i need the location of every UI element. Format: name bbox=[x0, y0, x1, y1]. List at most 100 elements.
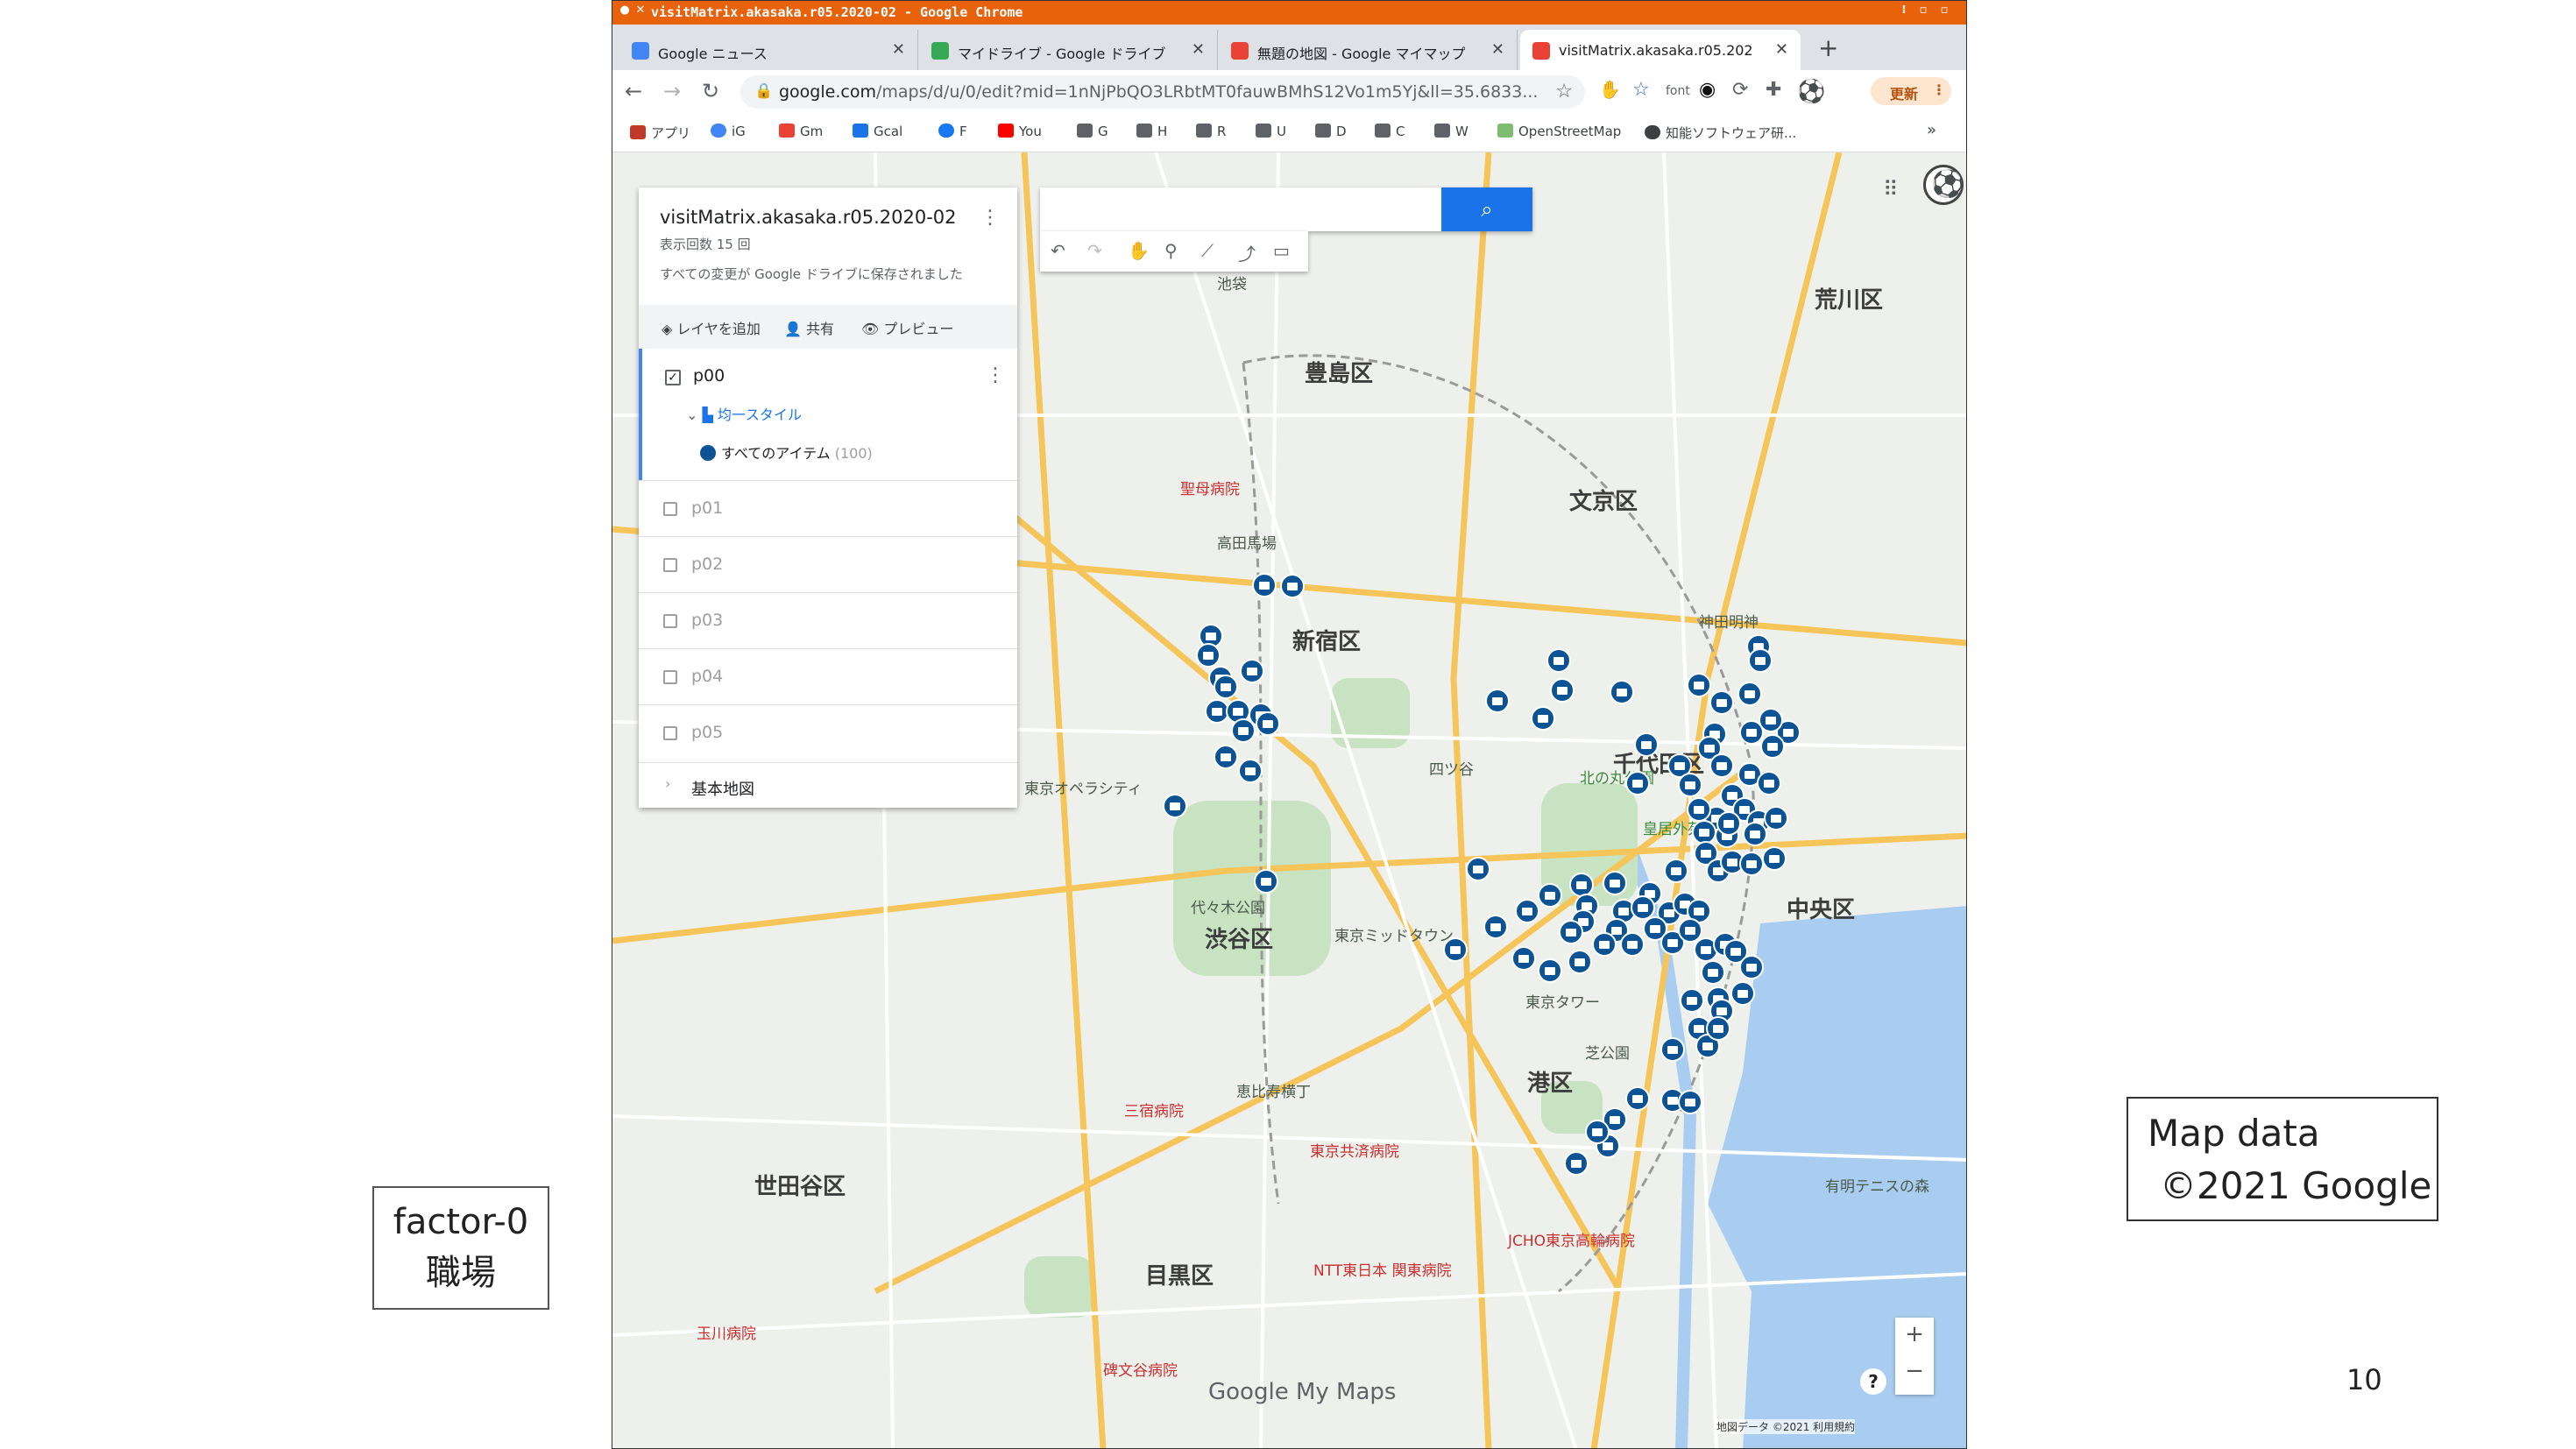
bookmark-folder-g[interactable]: G bbox=[1077, 124, 1108, 139]
map-copyright[interactable]: 地図データ ©2021 利用規約 bbox=[1716, 1419, 1856, 1434]
workplace-marker[interactable] bbox=[1515, 899, 1539, 923]
workplace-marker[interactable] bbox=[1739, 955, 1764, 979]
more-bookmarks-icon[interactable]: » bbox=[1927, 121, 1936, 139]
help-icon[interactable]: ? bbox=[1860, 1368, 1886, 1395]
bookmark-folder-c[interactable]: C bbox=[1375, 124, 1405, 139]
bookmark-folder-h[interactable]: H bbox=[1136, 124, 1167, 139]
profile-ball-icon[interactable]: ⚽ bbox=[1797, 79, 1825, 105]
maximize-icon[interactable]: ▫ bbox=[1937, 4, 1951, 18]
workplace-marker[interactable] bbox=[1231, 718, 1256, 743]
tab-google-news[interactable]: Google ニュース ✕ bbox=[619, 30, 918, 70]
zoom-in-icon[interactable]: + bbox=[1895, 1321, 1934, 1347]
workplace-marker[interactable] bbox=[1559, 920, 1583, 944]
extensions-puzzle-icon[interactable]: ✚ bbox=[1766, 79, 1781, 101]
bookmark-folder-w[interactable]: W bbox=[1434, 124, 1468, 139]
layer-checkbox[interactable] bbox=[663, 502, 677, 516]
layer-checkbox[interactable] bbox=[663, 558, 677, 572]
add-marker-icon[interactable]: ⚲ bbox=[1164, 240, 1178, 261]
redo-icon[interactable]: ↷ bbox=[1087, 240, 1102, 261]
layer-p01[interactable]: p01 bbox=[639, 480, 1017, 537]
workplace-marker[interactable] bbox=[1701, 960, 1725, 985]
zoom-out-icon[interactable]: − bbox=[1895, 1358, 1934, 1384]
workplace-marker[interactable] bbox=[1592, 932, 1617, 957]
workplace-marker[interactable] bbox=[1764, 806, 1788, 831]
workplace-marker[interactable] bbox=[1631, 895, 1655, 920]
workplace-marker[interactable] bbox=[1760, 734, 1785, 759]
workplace-marker[interactable] bbox=[1660, 1037, 1685, 1062]
workplace-marker[interactable] bbox=[1678, 918, 1702, 943]
workplace-marker[interactable] bbox=[1238, 759, 1263, 783]
workplace-marker[interactable] bbox=[1620, 932, 1645, 957]
tab-visitmatrix[interactable]: visitMatrix.akasaka.r05.2020-0 ✕ bbox=[1520, 30, 1801, 70]
workplace-marker[interactable] bbox=[1739, 852, 1764, 876]
extension-hand-icon[interactable]: ✋ bbox=[1599, 79, 1621, 100]
close-window-icon[interactable]: ✕ bbox=[633, 4, 648, 18]
directions-icon[interactable]: ⤴ bbox=[1238, 240, 1256, 265]
forward-icon[interactable]: → bbox=[663, 79, 681, 103]
layer-p05[interactable]: p05 bbox=[639, 704, 1017, 761]
workplace-marker[interactable] bbox=[1546, 648, 1571, 673]
workplace-marker[interactable] bbox=[1163, 794, 1187, 818]
apps-grid-icon[interactable]: ⠿ bbox=[1883, 177, 1899, 201]
bookmark-ig[interactable]: iG bbox=[711, 124, 746, 139]
bookmark-f[interactable]: F bbox=[938, 124, 967, 139]
bookmark-gm[interactable]: Gm bbox=[779, 124, 823, 139]
search-button[interactable]: ⌕ bbox=[1441, 187, 1532, 231]
workplace-marker[interactable] bbox=[1748, 648, 1773, 673]
map-title[interactable]: visitMatrix.akasaka.r05.2020-02 bbox=[660, 207, 957, 228]
workplace-marker[interactable] bbox=[1538, 883, 1562, 908]
extension-font-icon[interactable]: font bbox=[1666, 84, 1690, 98]
workplace-marker[interactable] bbox=[1256, 711, 1280, 736]
workplace-marker[interactable] bbox=[1625, 771, 1650, 795]
workplace-marker[interactable] bbox=[1664, 859, 1688, 883]
workplace-marker[interactable] bbox=[1531, 706, 1555, 731]
reload-icon[interactable]: ↻ bbox=[702, 79, 719, 103]
workplace-marker[interactable] bbox=[1240, 659, 1264, 683]
workplace-marker[interactable] bbox=[1680, 988, 1704, 1013]
address-bar[interactable]: 🔒 google.com/maps/d/u/0/edit?mid=1nNjPbQ… bbox=[740, 75, 1585, 109]
share-button[interactable]: 👤 共有 bbox=[784, 317, 834, 338]
ruler-icon[interactable]: ▭ bbox=[1273, 240, 1290, 261]
workplace-marker[interactable] bbox=[1610, 680, 1634, 704]
workplace-marker[interactable] bbox=[1214, 675, 1238, 699]
tab-untitled-map[interactable]: 無題の地図 - Google マイマップ ✕ bbox=[1219, 30, 1518, 70]
workplace-marker[interactable] bbox=[1759, 708, 1783, 732]
map-canvas[interactable]: 豊島区 新宿区 文京区 千代田区 中央区 渋谷区 港区 世田谷区 目黒区 荒川区… bbox=[612, 152, 1966, 1448]
workplace-marker[interactable] bbox=[1762, 846, 1787, 871]
minimize-icon[interactable]: ▫ bbox=[1916, 4, 1930, 18]
new-tab-icon[interactable]: + bbox=[1818, 33, 1838, 62]
bookmark-openstreetmap[interactable]: OpenStreetMap bbox=[1497, 124, 1621, 139]
workplace-marker[interactable] bbox=[1569, 873, 1594, 897]
workplace-marker[interactable] bbox=[1730, 981, 1755, 1006]
resize-icon[interactable]: ⁞ bbox=[1897, 4, 1911, 18]
workplace-marker[interactable] bbox=[1678, 1090, 1702, 1114]
extension-refresh-icon[interactable]: ⟳ bbox=[1732, 79, 1748, 101]
bookmark-folder-d[interactable]: D bbox=[1315, 124, 1347, 139]
avatar[interactable]: ⚽ bbox=[1923, 165, 1964, 205]
kebab-menu-icon[interactable]: ⋮ bbox=[986, 364, 1005, 386]
workplace-marker[interactable] bbox=[1634, 732, 1659, 757]
close-icon[interactable]: ✕ bbox=[1192, 40, 1205, 59]
workplace-marker[interactable] bbox=[1678, 773, 1702, 797]
kebab-menu-icon[interactable]: ⋮ bbox=[980, 207, 1000, 229]
bookmark-you[interactable]: You bbox=[998, 124, 1042, 139]
layer-p03[interactable]: p03 bbox=[639, 592, 1017, 649]
workplace-marker[interactable] bbox=[1568, 950, 1592, 974]
map-search-box[interactable]: ⌕ bbox=[1040, 187, 1532, 231]
bookmark-apps[interactable]: アプリ bbox=[630, 124, 690, 142]
layer-checkbox[interactable] bbox=[663, 726, 677, 740]
workplace-marker[interactable] bbox=[1214, 745, 1238, 769]
layer-style-link[interactable]: ⌄ ▙ 均一スタイル bbox=[686, 403, 802, 424]
layer-checkbox-checked[interactable]: ✓ bbox=[665, 370, 681, 385]
workplace-marker[interactable] bbox=[1564, 1151, 1589, 1176]
workplace-marker[interactable] bbox=[1538, 958, 1562, 983]
bookmark-folder-r[interactable]: R bbox=[1196, 124, 1226, 139]
layer-p02[interactable]: p02 bbox=[639, 536, 1017, 593]
layer-p04[interactable]: p04 bbox=[639, 648, 1017, 705]
workplace-marker[interactable] bbox=[1585, 1120, 1610, 1144]
pan-hand-icon[interactable]: ✋ bbox=[1128, 240, 1150, 261]
workplace-marker[interactable] bbox=[1603, 871, 1627, 895]
close-icon[interactable]: ✕ bbox=[892, 40, 905, 59]
workplace-marker[interactable] bbox=[1196, 643, 1221, 668]
preview-button[interactable]: 👁 プレビュー bbox=[861, 317, 953, 338]
